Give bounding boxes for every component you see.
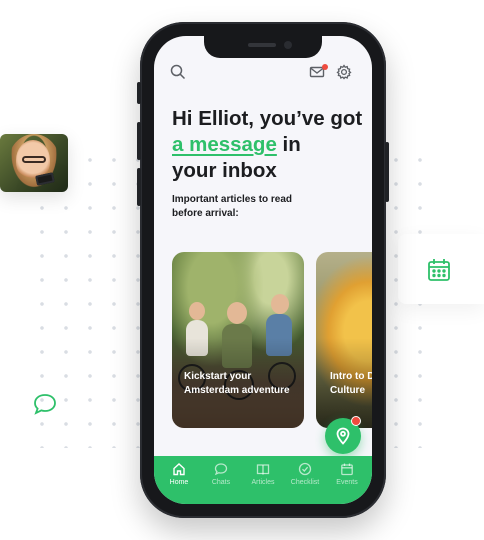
- check-circle-icon: [298, 462, 312, 476]
- chat-icon: [214, 463, 228, 476]
- message-link[interactable]: a message: [172, 133, 277, 156]
- map-pin-icon: [336, 427, 350, 445]
- articles-subtitle: Important articles to read before arriva…: [172, 194, 293, 219]
- home-icon: [173, 463, 185, 476]
- article-card[interactable]: Kickstart your Amsterdam adventure: [172, 252, 304, 428]
- tab-events[interactable]: Events: [327, 462, 367, 504]
- tab-articles[interactable]: Articles: [243, 462, 283, 504]
- tab-label: Events: [336, 479, 358, 486]
- tab-chats[interactable]: Chats: [201, 462, 241, 504]
- gear-icon[interactable]: [336, 64, 352, 80]
- greeting-line3: your inbox: [172, 159, 277, 182]
- phone-notch: [204, 36, 322, 58]
- phone-device: Hi Elliot, you’ve got a message in your …: [137, 22, 389, 518]
- tab-home[interactable]: Home: [159, 462, 199, 504]
- floating-calendar-card: [398, 234, 484, 304]
- tab-label: Home: [169, 479, 189, 486]
- chat-bubble-icon: [34, 394, 56, 415]
- tab-checklist[interactable]: Checklist: [285, 462, 325, 504]
- tab-label: Chats: [211, 479, 231, 486]
- floating-avatar-photo: [0, 134, 68, 192]
- article-title: Kickstart your Amsterdam adventure: [184, 371, 290, 396]
- search-icon[interactable]: [170, 64, 186, 80]
- article-title: Intro to D Culture: [330, 371, 372, 396]
- article-card[interactable]: Intro to D Culture: [316, 252, 372, 428]
- tab-label: Checklist: [290, 479, 320, 486]
- fab-notification-dot: [351, 416, 361, 426]
- greeting-line2-rest: in: [276, 133, 301, 156]
- calendar-icon: [341, 463, 353, 476]
- top-bar: [154, 64, 372, 88]
- bottom-tab-bar: Home Chats Articles Checklist Events: [154, 456, 372, 504]
- calendar-icon: [428, 259, 450, 281]
- tab-label: Articles: [251, 479, 275, 486]
- greeting-line1: Hi Elliot, you’ve got: [172, 107, 363, 130]
- app-screen: Hi Elliot, you’ve got a message in your …: [154, 36, 372, 504]
- book-icon: [256, 464, 270, 475]
- greeting-heading: Hi Elliot, you’ve got a message in your …: [172, 106, 368, 184]
- mail-notification-dot: [322, 64, 328, 70]
